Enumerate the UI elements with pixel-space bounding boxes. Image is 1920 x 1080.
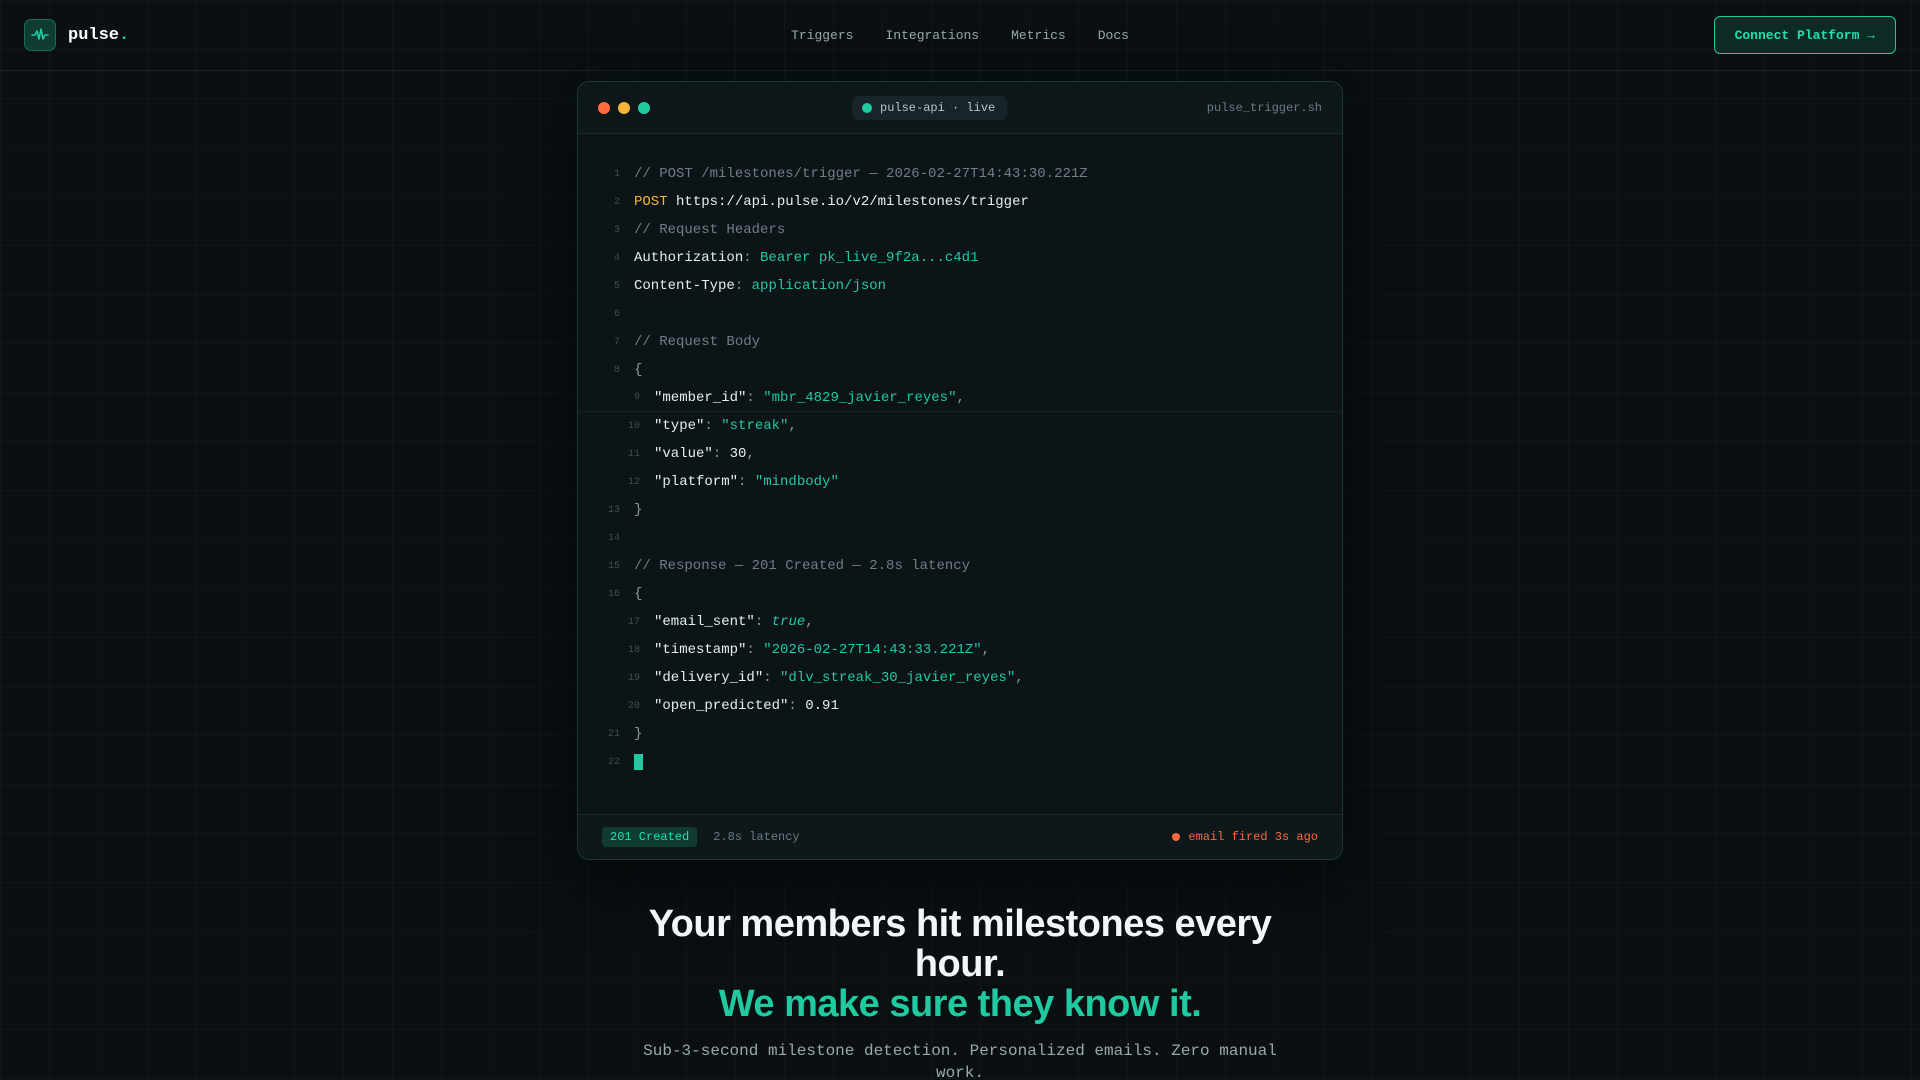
live-dot-icon [862, 103, 872, 113]
email-fired-indicator: email fired 3s ago [1172, 830, 1318, 844]
nav-link-docs[interactable]: Docs [1098, 28, 1129, 43]
nav-link-integrations[interactable]: Integrations [885, 28, 979, 43]
close-dot-icon[interactable] [598, 101, 610, 114]
code-line: 17 "email_sent": true, [627, 614, 814, 630]
terminal-header: pulse-api · live pulse_trigger.sh [578, 82, 1342, 134]
code-line: 5 Content-Type: application/json [613, 278, 887, 294]
hero: Your members hit milestones every hour. … [610, 904, 1310, 1080]
code-line: 18 "timestamp": "2026-02-27T14:43:33.221Z… [627, 642, 991, 658]
text-cursor [634, 754, 643, 770]
nav-link-triggers[interactable]: Triggers [791, 28, 853, 43]
hero-title: Your members hit milestones every hour. [648, 903, 1272, 985]
status-badge: 201 Created [602, 827, 698, 847]
live-status-label: pulse-api · live [880, 101, 996, 115]
window-controls [598, 101, 650, 114]
nav-links: Triggers Integrations Metrics Docs [791, 28, 1129, 43]
code-line: 13} [607, 502, 643, 518]
code-line: 11 "value": 30, [627, 446, 755, 462]
live-status-pill: pulse-api · live [852, 96, 1008, 120]
alert-dot-icon [1172, 833, 1181, 841]
hero-accent-title: We make sure they know it. [718, 983, 1202, 1025]
minimize-dot-icon[interactable] [618, 101, 630, 114]
connect-platform-button[interactable]: Connect Platform → [1713, 16, 1896, 54]
code-line: 9 "member_id": "mbr_4829_javier_reyes", [578, 384, 1342, 412]
code-line: 10 "type": "streak", [627, 418, 797, 434]
hero-subtitle: Sub-3-second milestone detection. Person… [643, 1042, 1277, 1080]
terminal-filename: pulse_trigger.sh [1206, 100, 1322, 115]
latency-label: 2.8s latency [713, 830, 800, 844]
email-fired-label: email fired 3s ago [1188, 830, 1318, 844]
code-line: 1// POST /milestones/trigger — 2026-02-2… [613, 166, 1088, 182]
code-line: 16{ [607, 586, 643, 602]
code-line: 8{ [613, 362, 643, 378]
code-line: 19 "delivery_id": "dlv_streak_30_javier_r… [627, 670, 1024, 686]
code-line: 3// Request Headers [613, 222, 786, 238]
code-line: 7// Request Body [613, 334, 761, 350]
maximize-dot-icon[interactable] [638, 101, 650, 114]
code-line: 4 Authorization: Bearer pk_live_9f2a...c4… [613, 250, 979, 266]
code-line: 14 [607, 532, 620, 544]
code-line: 22 [578, 748, 1342, 776]
code-line: 15// Response — 201 Created — 2.8s laten… [607, 558, 971, 574]
code-line: 6 [613, 308, 620, 320]
nav-link-metrics[interactable]: Metrics [1011, 28, 1066, 43]
code-line: 12 "platform": "mindbody" [627, 474, 839, 490]
code-body: 1// POST /milestones/trigger — 2026-02-2… [578, 134, 1342, 776]
code-line: 21} [607, 726, 643, 742]
code-terminal: pulse-api · live pulse_trigger.sh 1// PO… [577, 81, 1343, 860]
pulse-waveform-icon [24, 19, 56, 51]
code-line: 20 "open_predicted": 0.91 [627, 698, 839, 714]
top-nav: pulse. Triggers Integrations Metrics Doc… [0, 0, 1920, 71]
brand-name: pulse. [68, 25, 130, 45]
terminal-footer: 201 Created 2.8s latency email fired 3s … [578, 814, 1342, 859]
brand[interactable]: pulse. [24, 19, 129, 51]
code-line: 2 POST https://api.pulse.io/v2/milestones… [613, 194, 1029, 210]
